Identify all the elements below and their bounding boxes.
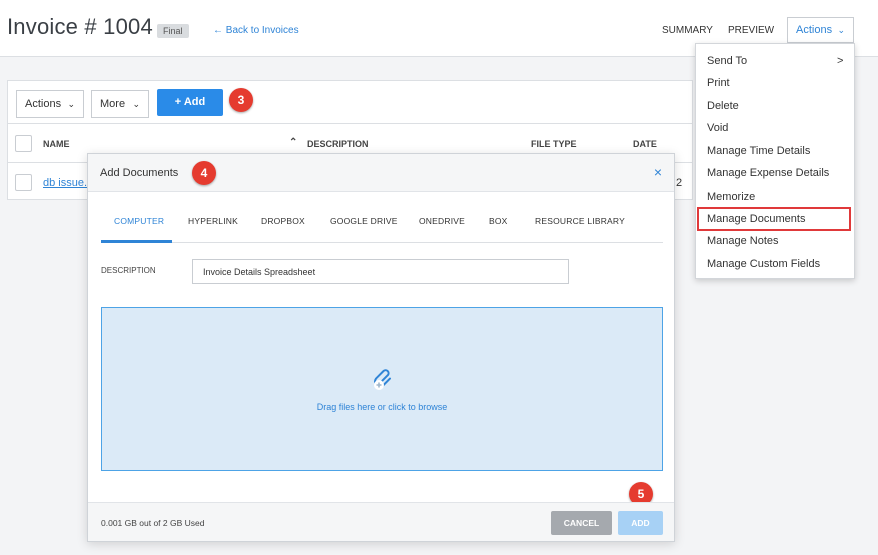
actions-dropdown-button[interactable]: Actions ⌄ — [787, 17, 854, 43]
status-badge: Final — [157, 24, 189, 38]
row-checkbox[interactable] — [15, 174, 32, 191]
menu-item-delete[interactable]: Delete — [707, 100, 739, 112]
tab-box[interactable]: BOX — [489, 216, 508, 226]
column-date[interactable]: DATE — [633, 139, 657, 149]
menu-item-send-to[interactable]: Send To > — [707, 55, 843, 67]
menu-item-void[interactable]: Void — [707, 122, 728, 134]
menu-item-print[interactable]: Print — [707, 77, 730, 89]
tab-hyperlink[interactable]: HYPERLINK — [188, 216, 238, 226]
column-name[interactable]: NAME — [43, 139, 70, 149]
select-all-checkbox[interactable] — [15, 135, 32, 152]
callout-4: 4 — [192, 161, 216, 185]
description-label: DESCRIPTION — [101, 266, 156, 275]
toolbar-more-button[interactable]: More ⌄ — [91, 90, 149, 118]
chevron-down-icon: ⌄ — [837, 25, 845, 35]
chevron-down-icon: ⌄ — [132, 99, 140, 109]
toolbar-actions-button[interactable]: Actions ⌄ — [16, 90, 84, 118]
toolbar-actions-label: Actions — [25, 98, 62, 110]
menu-item-manage-notes[interactable]: Manage Notes — [707, 235, 779, 247]
document-link[interactable]: db issue. — [43, 177, 87, 189]
description-field[interactable] — [192, 259, 569, 284]
add-button[interactable]: ADD — [618, 511, 663, 535]
modal-header: Add Documents 4 × — [88, 154, 674, 192]
column-file-type[interactable]: FILE TYPE — [531, 139, 577, 149]
callout-3: 3 — [229, 88, 253, 112]
modal-footer: 0.001 GB out of 2 GB Used CANCEL ADD — [88, 502, 674, 541]
actions-menu: Send To > Print Delete Void Manage Time … — [695, 43, 855, 279]
add-documents-modal: Add Documents 4 × COMPUTER HYPERLINK DRO… — [87, 153, 675, 542]
summary-tab[interactable]: SUMMARY — [662, 25, 713, 36]
chevron-down-icon: ⌄ — [67, 99, 75, 109]
modal-title: Add Documents — [100, 167, 179, 179]
cancel-button[interactable]: CANCEL — [551, 511, 612, 535]
highlight-manage-documents — [697, 207, 851, 231]
paperclip-icon — [374, 369, 391, 390]
actions-label: Actions — [796, 24, 833, 36]
tab-onedrive[interactable]: ONEDRIVE — [419, 216, 465, 226]
sort-up-icon[interactable]: ⌃ — [289, 137, 297, 148]
preview-tab[interactable]: PREVIEW — [728, 25, 774, 36]
dropzone-text[interactable]: Drag files here or click to browse — [102, 402, 662, 412]
storage-usage: 0.001 GB out of 2 GB Used — [101, 518, 205, 528]
tab-google-drive[interactable]: GOOGLE DRIVE — [330, 216, 398, 226]
toolbar-more-label: More — [100, 98, 126, 110]
menu-item-manage-custom-fields[interactable]: Manage Custom Fields — [707, 258, 820, 270]
source-tabs: COMPUTER HYPERLINK DROPBOX GOOGLE DRIVE … — [101, 216, 663, 243]
menu-item-memorize[interactable]: Memorize — [707, 191, 755, 203]
tab-dropbox[interactable]: DROPBOX — [261, 216, 305, 226]
tab-resource-library[interactable]: RESOURCE LIBRARY — [535, 216, 625, 226]
column-description[interactable]: DESCRIPTION — [307, 139, 369, 149]
page-title: Invoice # 1004 — [7, 14, 153, 39]
back-to-invoices-link[interactable]: ← Back to Invoices — [213, 25, 299, 36]
tab-computer[interactable]: COMPUTER — [114, 216, 164, 226]
active-tab-indicator — [101, 240, 172, 243]
row-date-fragment: 2 — [676, 177, 683, 189]
menu-item-manage-time-details[interactable]: Manage Time Details — [707, 145, 810, 157]
chevron-right-icon: > — [837, 55, 844, 67]
menu-item-manage-expense-details[interactable]: Manage Expense Details — [707, 167, 829, 179]
add-document-button[interactable]: + Add — [157, 89, 223, 116]
close-icon[interactable]: × — [654, 164, 662, 180]
menu-item-label: Send To — [707, 55, 748, 67]
file-dropzone[interactable]: Drag files here or click to browse — [101, 307, 663, 471]
